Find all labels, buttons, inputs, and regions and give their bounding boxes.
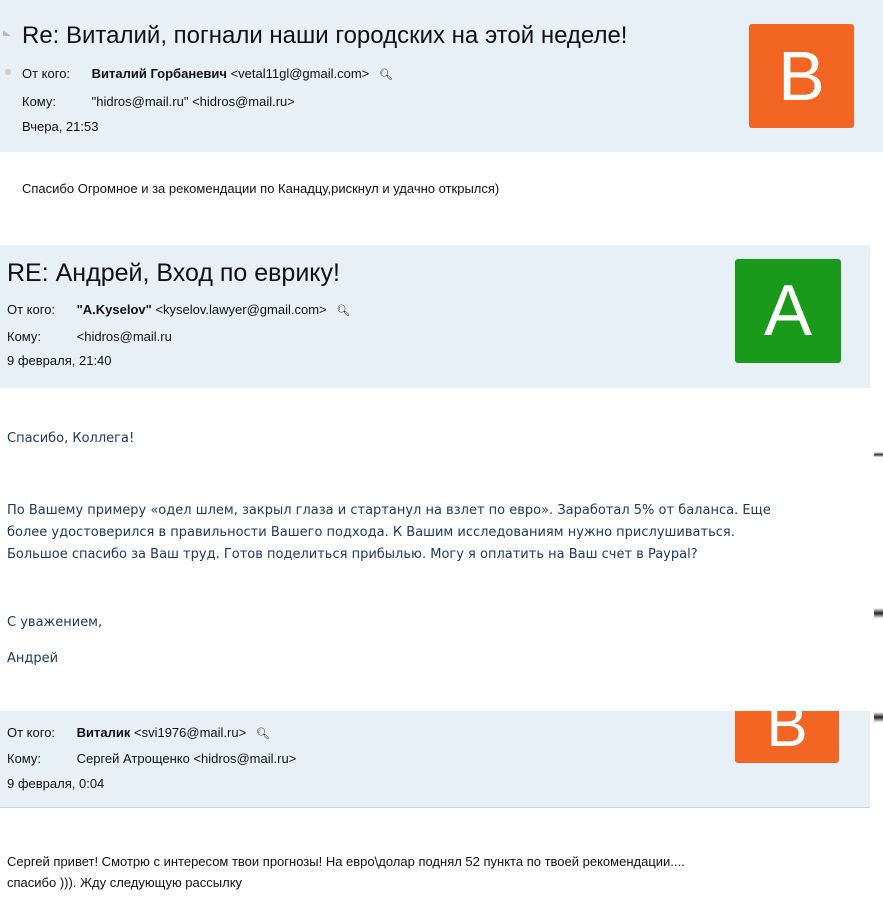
signature: Андрей bbox=[7, 651, 59, 666]
from-label: От кого: bbox=[22, 66, 71, 81]
body-line: Сергей привет! Смотрю с интересом твои п… bbox=[7, 854, 685, 869]
body-line: более удостоверился в правильности Вашег… bbox=[7, 525, 735, 540]
recipient[interactable]: Сергей Атрощенко <hidros@mail.ru> bbox=[77, 751, 297, 766]
flag-icon[interactable] bbox=[3, 30, 11, 36]
body-line: спасибо ))). Жду следующую рассылку bbox=[7, 875, 243, 890]
email-card-2: RE: Андрей, Вход по еврику! От кого: "A.… bbox=[0, 245, 883, 710]
to-row: Кому: "hidros@mail.ru" <hidros@mail.ru> bbox=[22, 94, 295, 109]
date: 9 февраля, 0:04 bbox=[7, 776, 105, 791]
avatar-letter: А bbox=[763, 271, 813, 351]
header-divider bbox=[0, 807, 870, 808]
right-edge-strip bbox=[874, 400, 883, 920]
search-icon[interactable]: 🔍︎ bbox=[336, 304, 350, 317]
from-row: От кого: "A.Kyselov" <kyselov.lawyer@gma… bbox=[7, 302, 350, 317]
to-label: Кому: bbox=[7, 751, 41, 766]
email-card-1: Re: Виталий, погнали наши городских на э… bbox=[0, 0, 883, 240]
recipient[interactable]: "hidros@mail.ru" <hidros@mail.ru> bbox=[92, 94, 295, 109]
email-body: Спасибо Огромное и за рекомендации по Ка… bbox=[22, 181, 500, 196]
body-line: По Вашему примеру «одел шлем, закрыл гла… bbox=[7, 503, 771, 518]
to-label: Кому: bbox=[7, 329, 41, 344]
avatar: В bbox=[749, 24, 854, 128]
from-label: От кого: bbox=[7, 302, 56, 317]
body-line: Большое спасибо за Ваш труд. Готов подел… bbox=[7, 547, 698, 562]
date: Вчера, 21:53 bbox=[22, 119, 99, 134]
date: 9 февраля, 21:40 bbox=[7, 353, 112, 368]
search-icon[interactable]: 🔍︎ bbox=[379, 68, 393, 81]
sender-name[interactable]: "A.Kyselov" bbox=[77, 302, 152, 317]
to-row: Кому: Сергей Атрощенко <hidros@mail.ru> bbox=[7, 751, 296, 766]
avatar-letter: В bbox=[766, 711, 808, 760]
recipient[interactable]: <hidros@mail.ru bbox=[77, 329, 172, 344]
avatar: А bbox=[735, 259, 841, 363]
search-icon[interactable]: 🔍︎ bbox=[256, 727, 270, 740]
sender-email[interactable]: <svi1976@mail.ru> bbox=[134, 725, 246, 740]
from-label: От кого: bbox=[7, 725, 56, 740]
to-label: Кому: bbox=[22, 94, 56, 109]
from-row: От кого: Виталик <svi1976@mail.ru> 🔍︎ bbox=[7, 725, 270, 740]
body-greeting: Спасибо, Коллега! bbox=[7, 431, 135, 446]
email-subject: Re: Виталий, погнали наши городских на э… bbox=[22, 22, 628, 49]
email-card-3: От кого: Виталик <svi1976@mail.ru> 🔍︎ Ко… bbox=[0, 711, 883, 920]
sender-name[interactable]: Виталик bbox=[77, 725, 131, 740]
signoff: С уважением, bbox=[7, 615, 103, 630]
avatar-letter: В bbox=[778, 37, 825, 115]
email-subject: RE: Андрей, Вход по еврику! bbox=[7, 259, 340, 287]
from-row: От кого: Виталий Горбаневич <vetal11gl@g… bbox=[22, 66, 393, 81]
sender-email[interactable]: <vetal11gl@gmail.com> bbox=[231, 66, 370, 81]
sender-name[interactable]: Виталий Горбаневич bbox=[92, 66, 227, 81]
to-row: Кому: <hidros@mail.ru bbox=[7, 329, 172, 344]
sender-email[interactable]: <kyselov.lawyer@gmail.com> bbox=[155, 302, 326, 317]
avatar: В bbox=[735, 711, 839, 763]
unread-dot-icon[interactable] bbox=[5, 69, 11, 75]
